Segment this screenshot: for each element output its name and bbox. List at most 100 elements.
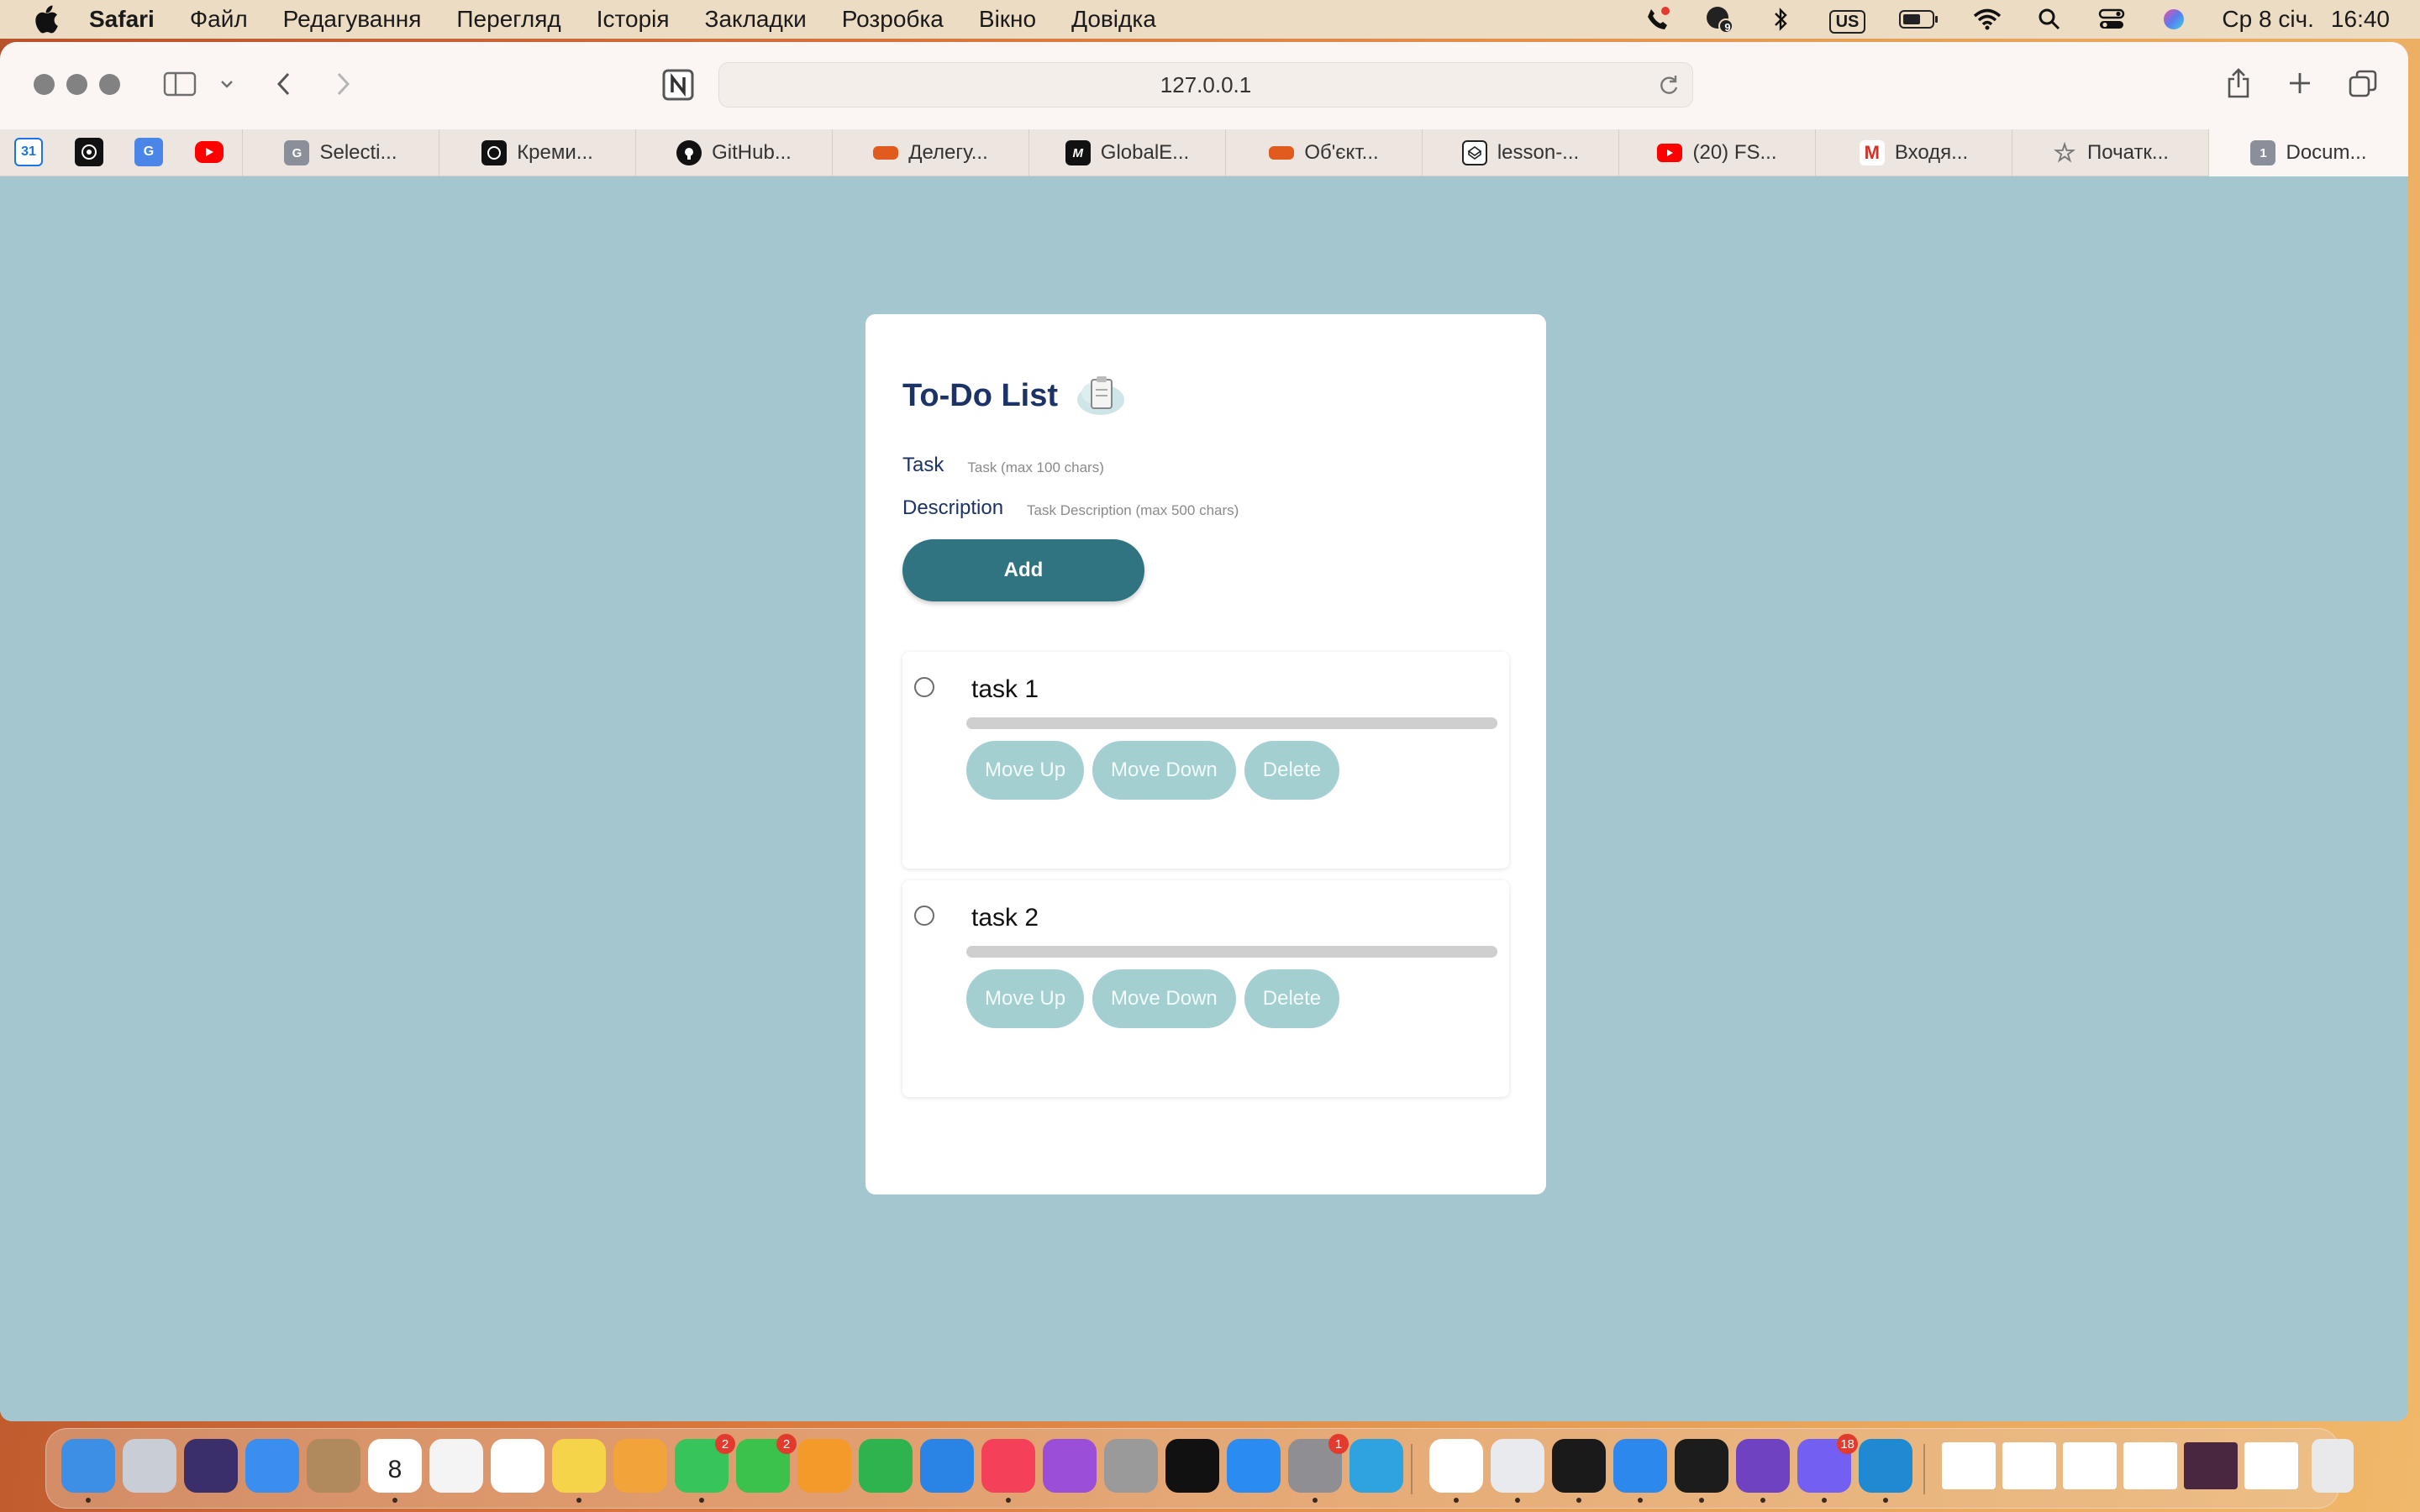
podcasts-icon[interactable] <box>1043 1439 1097 1493</box>
task-complete-radio[interactable] <box>914 906 934 926</box>
calculator-icon[interactable] <box>1104 1439 1158 1493</box>
control-center-icon[interactable] <box>2097 7 2126 32</box>
tab-start-page[interactable]: ☆ Початк... <box>2012 129 2208 176</box>
menu-help[interactable]: Довідка <box>1071 6 1156 33</box>
pages-icon[interactable] <box>797 1439 851 1493</box>
menubar-time[interactable]: 16:40 <box>2331 6 2390 33</box>
wifi-icon[interactable] <box>1973 7 2002 32</box>
google-translate-icon[interactable]: G <box>134 138 163 166</box>
safari-icon[interactable] <box>1613 1439 1667 1493</box>
running-indicator <box>1822 1498 1827 1503</box>
minimized-window-thumbnail[interactable] <box>2184 1442 2238 1489</box>
running-indicator <box>1883 1498 1888 1503</box>
keynote-icon[interactable] <box>920 1439 974 1493</box>
star-icon: ☆ <box>2053 139 2076 167</box>
github-desktop-icon[interactable] <box>1736 1439 1790 1493</box>
activity-monitor-icon[interactable] <box>1552 1439 1606 1493</box>
menu-develop[interactable]: Розробка <box>842 6 944 33</box>
google-calendar-icon[interactable]: 31 <box>14 138 43 166</box>
system-settings-icon[interactable]: 1 <box>1288 1434 1349 1493</box>
photos-icon[interactable] <box>613 1439 667 1493</box>
tab-lesson[interactable]: lesson-... <box>1422 129 1618 176</box>
bluetooth-icon[interactable] <box>1767 7 1796 32</box>
chatgpt-icon[interactable] <box>75 138 103 166</box>
notion-icon[interactable] <box>660 67 696 102</box>
battery-icon[interactable] <box>1899 7 1939 32</box>
messages-icon[interactable]: 2 <box>675 1434 735 1493</box>
menu-view[interactable]: Перегляд <box>456 6 560 33</box>
keyboard-layout[interactable]: US <box>1828 6 1866 34</box>
reload-icon[interactable] <box>1657 73 1681 97</box>
notes-icon[interactable] <box>552 1439 606 1493</box>
youtube-icon[interactable] <box>195 141 224 163</box>
numbers-icon[interactable] <box>859 1439 913 1493</box>
menu-window[interactable]: Вікно <box>979 6 1036 33</box>
task-input[interactable] <box>967 459 1220 476</box>
tab-delegation[interactable]: Делегу... <box>832 129 1028 176</box>
calendar-icon[interactable]: 8 <box>368 1439 422 1493</box>
add-task-button[interactable]: Add <box>902 539 1144 601</box>
facetime-icon[interactable]: 2 <box>736 1434 797 1493</box>
tab-overview-icon[interactable] <box>2348 69 2378 99</box>
window-minimize-button[interactable] <box>66 74 87 95</box>
window-close-button[interactable] <box>34 74 55 95</box>
notification-badge-icon[interactable]: 9 <box>1705 7 1733 34</box>
menubar-date[interactable]: Ср 8 січ. <box>2222 6 2314 33</box>
viber-icon[interactable]: 18 <box>1797 1434 1858 1493</box>
minimized-window-thumbnail[interactable] <box>2244 1442 2298 1489</box>
minimized-window-thumbnail[interactable] <box>2123 1442 2177 1489</box>
tab-objects[interactable]: Об'єкт... <box>1225 129 1422 176</box>
app-store-icon[interactable] <box>1227 1439 1281 1493</box>
music-icon[interactable] <box>981 1439 1035 1493</box>
vscode-icon[interactable] <box>1859 1439 1912 1493</box>
move-down-button[interactable]: Move Down <box>1092 741 1236 800</box>
move-up-button[interactable]: Move Up <box>966 741 1085 800</box>
move-up-button[interactable]: Move Up <box>966 969 1085 1028</box>
chevron-down-icon[interactable] <box>217 76 237 92</box>
apple-menu-icon[interactable] <box>32 5 60 34</box>
window-zoom-button[interactable] <box>99 74 120 95</box>
minimized-window-thumbnail[interactable] <box>2063 1442 2117 1489</box>
delete-button[interactable]: Delete <box>1244 969 1340 1028</box>
tab-youtube[interactable]: (20) FS... <box>1618 129 1815 176</box>
task-complete-radio[interactable] <box>914 677 934 697</box>
freeform-icon[interactable] <box>429 1439 483 1493</box>
tab-document-active[interactable]: 1 Docum... <box>2208 129 2408 176</box>
menu-history[interactable]: Історія <box>597 6 670 33</box>
telegram-icon[interactable] <box>1349 1439 1403 1493</box>
tab-global[interactable]: M GlobalE... <box>1028 129 1225 176</box>
delete-button[interactable]: Delete <box>1244 741 1340 800</box>
terminal-icon[interactable] <box>1675 1439 1728 1493</box>
description-input[interactable] <box>1027 502 1330 519</box>
slack-icon[interactable] <box>1429 1439 1483 1493</box>
forward-icon[interactable] <box>331 69 356 99</box>
new-tab-icon[interactable] <box>2286 69 2314 97</box>
move-down-button[interactable]: Move Down <box>1092 969 1236 1028</box>
share-icon[interactable] <box>2223 66 2254 101</box>
minimized-window-thumbnail[interactable] <box>1942 1442 1996 1489</box>
minimized-window-thumbnail[interactable] <box>2002 1442 2056 1489</box>
contacts-icon[interactable] <box>307 1439 360 1493</box>
menu-bookmarks[interactable]: Закладки <box>705 6 807 33</box>
back-icon[interactable] <box>271 69 296 99</box>
siri-status-icon[interactable] <box>2160 7 2188 32</box>
finder-icon[interactable] <box>61 1439 115 1493</box>
menu-file[interactable]: Файл <box>190 6 248 33</box>
tab-github[interactable]: GitHub... <box>635 129 832 176</box>
siri-icon[interactable] <box>184 1439 238 1493</box>
tv-icon[interactable] <box>1165 1439 1219 1493</box>
spotlight-search-icon[interactable] <box>2035 7 2064 32</box>
sidebar-toggle-icon[interactable] <box>163 71 197 97</box>
mail-icon[interactable] <box>245 1439 299 1493</box>
tab-gmail[interactable]: M Входя... <box>1815 129 2012 176</box>
menu-app-name[interactable]: Safari <box>89 6 155 33</box>
tab-selection[interactable]: G Selecti... <box>242 129 439 176</box>
launchpad-icon[interactable] <box>123 1439 176 1493</box>
tab-chatgpt[interactable]: Креми... <box>439 129 635 176</box>
chrome-icon[interactable] <box>1491 1439 1544 1493</box>
address-bar[interactable]: 127.0.0.1 <box>718 62 1693 108</box>
phone-icon[interactable] <box>1643 7 1671 32</box>
trash-icon[interactable] <box>2312 1439 2354 1493</box>
reminders-icon[interactable] <box>491 1439 544 1493</box>
menu-edit[interactable]: Редагування <box>283 6 422 33</box>
